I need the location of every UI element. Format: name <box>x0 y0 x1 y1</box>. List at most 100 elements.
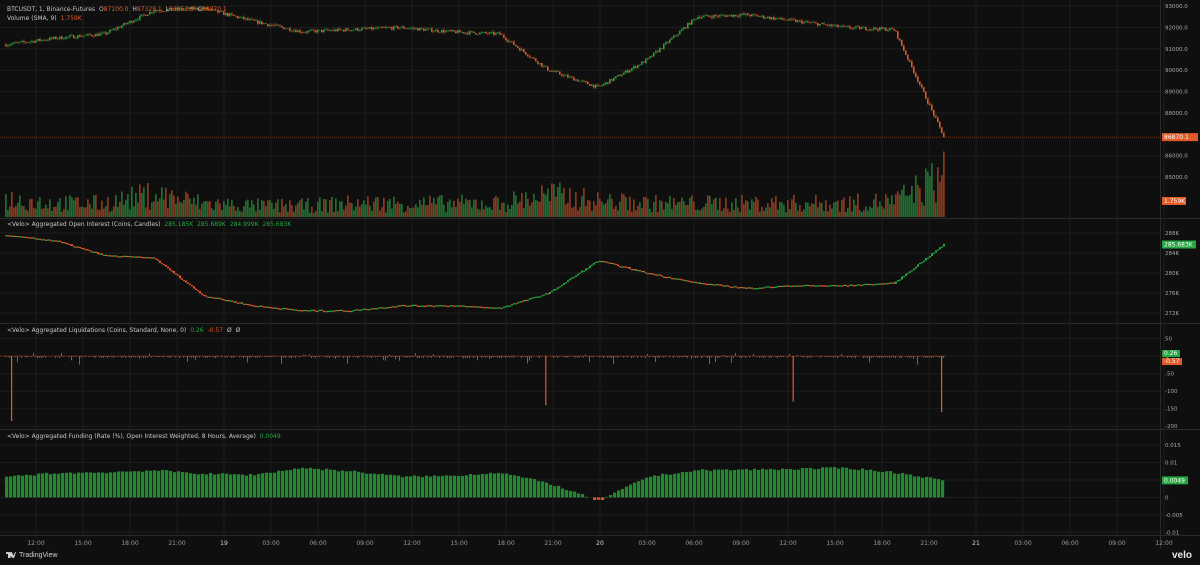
oi-candle <box>857 284 859 286</box>
oi-candle <box>407 305 409 307</box>
funding-bar <box>681 471 685 498</box>
oi-candle <box>895 281 897 284</box>
liq-bar <box>329 356 330 358</box>
oi-candle <box>431 305 433 307</box>
price-candle <box>869 29 871 31</box>
funding-bar <box>289 469 293 498</box>
price-candle <box>943 133 945 137</box>
funding-bar <box>345 471 349 498</box>
liq-bar <box>347 356 348 364</box>
liq-bar <box>769 356 770 358</box>
oi-candle <box>399 305 401 307</box>
liq-bar <box>645 356 646 359</box>
liq-bar <box>669 356 670 358</box>
oi-candle <box>529 298 531 300</box>
funding-bar <box>85 472 89 498</box>
liq-bar <box>853 356 854 358</box>
oi-candle <box>487 307 489 309</box>
oi-candle <box>555 288 557 291</box>
tradingview-brand[interactable]: TradingView <box>6 552 58 559</box>
oi-candle <box>805 284 807 287</box>
oi-candle <box>771 287 773 289</box>
volume-bar <box>133 206 135 217</box>
volume-bar <box>531 202 533 217</box>
funding-bar <box>753 468 757 498</box>
price-candle <box>399 27 401 29</box>
funding-bar <box>93 472 97 498</box>
price-candle <box>329 30 331 32</box>
price-candle <box>27 42 29 43</box>
oi-candle <box>607 261 609 264</box>
liq-bar <box>209 356 210 358</box>
liq-spike <box>941 356 943 413</box>
funding-bar <box>717 469 721 498</box>
liq-bar <box>895 356 896 359</box>
volume-bar <box>283 206 285 217</box>
funding-bar <box>661 473 665 498</box>
oi-candle <box>141 256 143 259</box>
liq-bar <box>205 356 206 358</box>
price-candle <box>313 29 315 31</box>
volume-bar <box>261 200 263 217</box>
oi-candle <box>755 288 757 290</box>
liq-bar <box>745 356 746 358</box>
price-candle <box>753 14 755 15</box>
chart-canvas[interactable]: 12:00 15:00 18:00 21:00 19 03:00 06:00 09:00 12:… <box>0 0 1200 565</box>
price-candle <box>815 22 817 24</box>
price-candle <box>881 27 883 29</box>
liq-bar <box>927 356 928 358</box>
funding-bar <box>305 468 309 498</box>
liq-bar <box>7 356 8 357</box>
price-candle <box>655 51 657 53</box>
liq-bar <box>831 356 832 357</box>
oi-tick-label: 272K <box>1165 311 1179 317</box>
oi-candle <box>123 255 125 257</box>
price-candle <box>625 70 627 73</box>
liq-bar <box>575 356 576 358</box>
liq-bar <box>847 356 848 358</box>
liq-bar <box>899 356 900 358</box>
liq-bar <box>133 356 134 358</box>
oi-candle <box>745 287 747 289</box>
price-candle <box>581 80 583 82</box>
liq-bar <box>89 356 90 357</box>
liq-bar <box>159 356 160 358</box>
funding-bar <box>613 492 617 498</box>
oi-tick-label: 288K <box>1165 231 1179 237</box>
price-candle <box>909 59 911 62</box>
oi-candle <box>283 307 285 310</box>
oi-candle <box>55 240 57 242</box>
price-candle <box>457 30 459 34</box>
oi-candle <box>475 306 477 308</box>
oi-candle <box>753 288 755 290</box>
price-candle <box>545 65 547 67</box>
liq-bar <box>119 356 120 357</box>
liq-bar <box>233 356 234 358</box>
liq-bar <box>677 356 678 358</box>
oi-candle <box>411 304 413 307</box>
oi-candle <box>791 285 793 287</box>
oi-candle <box>385 307 387 309</box>
oi-candle <box>577 273 579 276</box>
price-candle <box>777 18 779 19</box>
price-candle <box>383 27 385 29</box>
funding-bar <box>745 468 749 498</box>
price-candle <box>455 31 457 34</box>
funding-bar <box>61 472 65 498</box>
liq-bar <box>783 356 784 358</box>
liq-bar <box>271 356 272 357</box>
volume-bar <box>355 206 357 217</box>
liq-bar <box>581 356 582 357</box>
funding-bar <box>901 472 905 498</box>
price-candle <box>487 33 489 34</box>
funding-bar <box>265 472 269 498</box>
volume-bar <box>713 199 715 217</box>
liq-bar <box>59 356 60 358</box>
volume-bar <box>833 202 835 217</box>
oi-candle <box>665 276 667 279</box>
price-candle <box>69 35 71 37</box>
liq-bar <box>825 356 826 358</box>
price-candle <box>895 30 897 32</box>
funding-bar <box>497 472 501 498</box>
volume-bar <box>353 210 355 217</box>
